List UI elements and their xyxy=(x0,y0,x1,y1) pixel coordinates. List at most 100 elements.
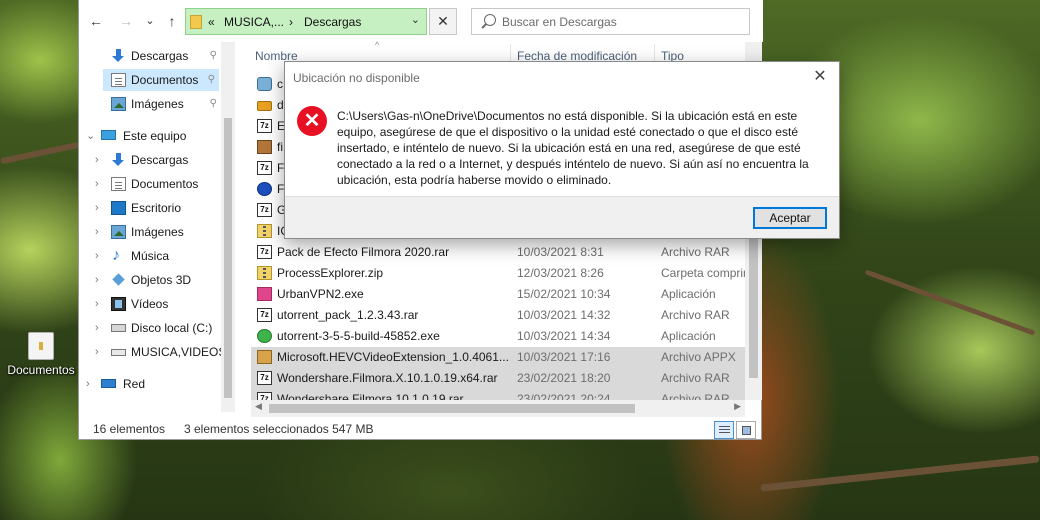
desktop-documentos-icon[interactable]: Documentos xyxy=(4,332,78,377)
file-name: Microsoft.HEVCVideoExtension_1.0.4061... xyxy=(277,350,509,364)
sidebar-item-label: Documentos xyxy=(131,177,199,191)
chevron-right-icon[interactable]: › xyxy=(95,197,99,219)
file-name: utorrent-3-5-5-build-45852.exe xyxy=(277,329,440,343)
clear-path-button[interactable]: ✕ xyxy=(429,8,457,35)
network-icon xyxy=(101,379,116,388)
download-icon xyxy=(111,49,126,63)
scroll-right-arrow-icon[interactable]: ▶ xyxy=(734,401,741,412)
large-icons-view-button[interactable] xyxy=(736,421,756,439)
recent-locations-button[interactable]: ⌄ xyxy=(141,12,159,30)
status-bar: 16 elementos 3 elementos seleccionados 5… xyxy=(79,418,763,440)
rar-icon xyxy=(257,392,272,400)
navigation-scrollbar[interactable] xyxy=(221,42,235,412)
location-unavailable-dialog: Ubicación no disponible ✕ ✕ C:\Users\Gas… xyxy=(284,61,840,239)
file-row[interactable]: utorrent-3-5-5-build-45852.exe 10/03/202… xyxy=(251,326,745,347)
breadcrumb-separator[interactable]: › xyxy=(289,15,293,29)
breadcrumb-descargas[interactable]: Descargas xyxy=(304,15,361,29)
scrollbar-thumb[interactable] xyxy=(269,404,635,413)
file-type: Archivo RAR xyxy=(661,392,730,400)
pin-icon: ⚲ xyxy=(209,98,217,109)
search-box[interactable] xyxy=(471,8,750,35)
sidebar-item-label: Documentos xyxy=(131,73,199,87)
sidebar-item-label: Disco local (C:) xyxy=(131,321,213,335)
image-icon xyxy=(111,97,126,111)
sidebar-item-escritorio[interactable]: › Escritorio xyxy=(79,197,221,219)
address-bar: ← → ⌄ ↑ « MUSICA,... › Descargas ⌄ ✕ xyxy=(79,0,763,42)
chevron-down-icon[interactable]: ⌄ xyxy=(411,13,420,26)
pin-icon: ⚲ xyxy=(209,50,217,61)
up-button[interactable]: ↑ xyxy=(163,12,181,30)
sidebar-item-documentos[interactable]: › Documentos xyxy=(79,173,221,195)
chevron-right-icon[interactable]: › xyxy=(95,221,99,243)
sidebar-item-imagenes-pinned[interactable]: Imágenes ⚲ xyxy=(79,93,221,115)
sidebar-item-disco-local[interactable]: › Disco local (C:) xyxy=(79,317,221,339)
file-name: UrbanVPN2.exe xyxy=(277,287,364,301)
file-row[interactable]: Pack de Efecto Filmora 2020.rar 10/03/20… xyxy=(251,242,745,263)
file-date: 23/02/2021 18:20 xyxy=(517,371,611,385)
sidebar-item-red[interactable]: › Red xyxy=(79,373,221,395)
chevron-right-icon[interactable]: › xyxy=(95,173,99,195)
file-date: 23/02/2021 20:24 xyxy=(517,392,611,400)
file-date: 15/02/2021 10:34 xyxy=(517,287,611,301)
music-icon xyxy=(111,245,126,267)
close-button[interactable]: ✕ xyxy=(805,64,835,90)
sidebar-item-descargas-pinned[interactable]: Descargas ⚲ xyxy=(79,45,221,67)
file-row[interactable]: utorrent_pack_1.2.3.43.rar 10/03/2021 14… xyxy=(251,305,745,326)
pink-app-icon xyxy=(257,287,272,301)
path-box[interactable]: « MUSICA,... › Descargas ⌄ xyxy=(185,8,427,35)
desktop-icon-label: Documentos xyxy=(7,363,75,377)
zip-icon xyxy=(257,224,272,238)
sidebar-item-label: Descargas xyxy=(131,49,189,63)
search-input[interactable] xyxy=(502,13,742,31)
file-row[interactable]: UrbanVPN2.exe 15/02/2021 10:34 Aplicació… xyxy=(251,284,745,305)
rar-icon xyxy=(257,308,272,322)
file-row[interactable]: Wondershare.Filmora.X.10.1.0.19.x64.rar … xyxy=(251,368,745,389)
file-name: utorrent_pack_1.2.3.43.rar xyxy=(277,308,419,322)
scroll-left-arrow-icon[interactable]: ◀ xyxy=(255,401,262,412)
chevron-right-icon[interactable]: › xyxy=(95,317,99,339)
sidebar-item-musica-videos[interactable]: › MUSICA,VIDEOS xyxy=(79,341,226,363)
box-icon xyxy=(257,350,272,364)
file-type: Archivo RAR xyxy=(661,245,730,259)
green-app-icon xyxy=(257,329,272,343)
sidebar-item-imagenes[interactable]: › Imágenes xyxy=(79,221,221,243)
chevron-right-icon[interactable]: › xyxy=(95,341,99,363)
chevron-right-icon[interactable]: › xyxy=(95,245,99,267)
sidebar-item-label: Imágenes xyxy=(131,225,184,239)
accept-button[interactable]: Aceptar xyxy=(753,207,827,229)
sidebar-item-este-equipo[interactable]: ⌄ Este equipo xyxy=(79,125,221,147)
dialog-message: C:\Users\Gas-n\OneDrive\Documentos no es… xyxy=(337,109,809,187)
file-row[interactable]: Wondershare.Filmora.10.1.0.19.rar 23/02/… xyxy=(251,389,745,400)
chevron-right-icon[interactable]: › xyxy=(95,269,99,291)
sidebar-item-descargas[interactable]: › Descargas xyxy=(79,149,221,171)
pad-icon xyxy=(257,140,272,154)
sidebar-item-videos[interactable]: › Vídeos xyxy=(79,293,221,315)
path-overflow[interactable]: « xyxy=(208,15,215,29)
sidebar-item-musica[interactable]: › Música xyxy=(79,245,221,267)
file-row[interactable]: ProcessExplorer.zip 12/03/2021 8:26 Carp… xyxy=(251,263,745,284)
file-date: 10/03/2021 14:32 xyxy=(517,308,611,322)
file-date: 10/03/2021 17:16 xyxy=(517,350,611,364)
computer-icon xyxy=(101,130,116,140)
item-count: 16 elementos xyxy=(93,422,166,436)
forward-button[interactable]: → xyxy=(117,12,135,30)
sidebar-item-documentos-pinned[interactable]: Documentos ⚲ xyxy=(103,69,219,91)
pin-icon: ⚲ xyxy=(207,74,215,85)
chevron-down-icon[interactable]: ⌄ xyxy=(86,125,95,147)
breadcrumb-musica[interactable]: MUSICA,... xyxy=(224,15,284,29)
sidebar-item-label: Objetos 3D xyxy=(131,273,192,287)
details-view-button[interactable] xyxy=(714,421,734,439)
chevron-right-icon[interactable]: › xyxy=(95,293,99,315)
chevron-right-icon[interactable]: › xyxy=(95,149,99,171)
back-button[interactable]: ← xyxy=(87,12,105,30)
file-date: 10/03/2021 8:31 xyxy=(517,245,604,259)
sidebar-item-objetos-3d[interactable]: › Objetos 3D xyxy=(79,269,221,291)
sidebar-item-label: Descargas xyxy=(131,153,189,167)
file-list-horizontal-scrollbar[interactable]: ◀ ▶ xyxy=(251,400,745,417)
scrollbar-thumb[interactable] xyxy=(224,118,232,398)
rar-icon xyxy=(257,371,272,385)
folder-icon xyxy=(190,15,202,29)
chevron-right-icon[interactable]: › xyxy=(86,373,90,395)
file-row[interactable]: Microsoft.HEVCVideoExtension_1.0.4061...… xyxy=(251,347,745,368)
rar-icon xyxy=(257,161,272,175)
